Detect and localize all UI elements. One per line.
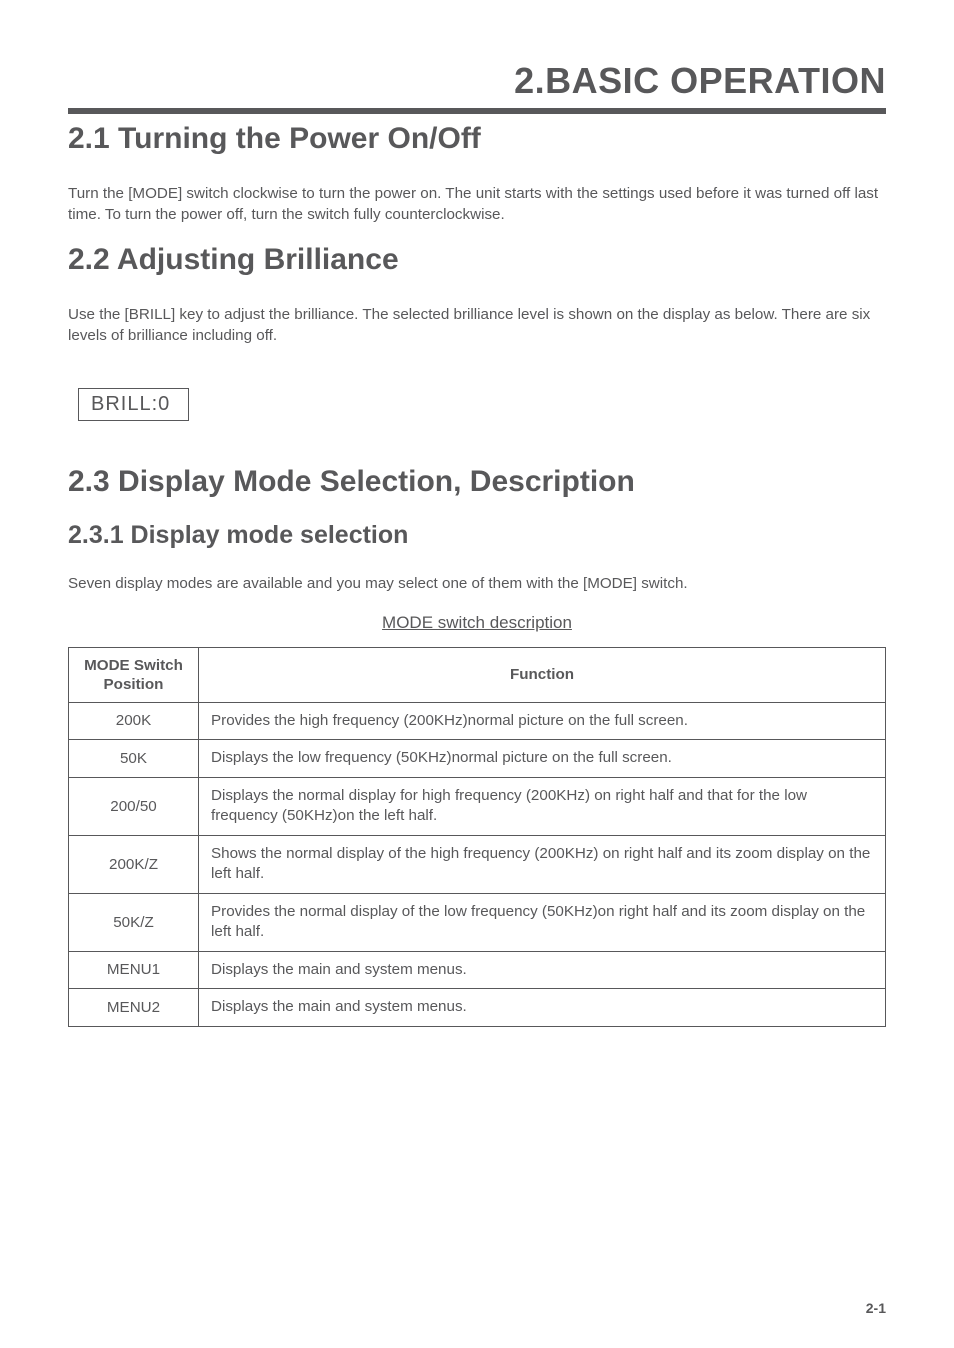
table-row: 200K Provides the high frequency (200KHz… <box>69 702 886 740</box>
mode-function-cell: Shows the normal display of the high fre… <box>199 835 886 893</box>
mode-table-caption: MODE switch description <box>68 613 886 633</box>
section-2-2-paragraph: Use the [BRILL] key to adjust the brilli… <box>68 305 886 346</box>
mode-function-cell: Provides the normal display of the low f… <box>199 893 886 951</box>
mode-function-cell: Displays the low frequency (50KHz)normal… <box>199 740 886 778</box>
chapter-rule <box>68 108 886 114</box>
table-row: MENU1 Displays the main and system menus… <box>69 951 886 989</box>
mode-position-cell: 200K/Z <box>69 835 199 893</box>
section-2-3-title: 2.3 Display Mode Selection, Description <box>68 465 886 499</box>
mode-position-cell: 50K/Z <box>69 893 199 951</box>
mode-position-cell: MENU1 <box>69 951 199 989</box>
mode-position-cell: 200/50 <box>69 777 199 835</box>
mode-position-cell: 50K <box>69 740 199 778</box>
section-2-2-title: 2.2 Adjusting Brilliance <box>68 243 886 277</box>
table-row: MENU2 Displays the main and system menus… <box>69 989 886 1027</box>
header-function: Function <box>199 647 886 702</box>
table-row: 50K Displays the low frequency (50KHz)no… <box>69 740 886 778</box>
mode-position-cell: MENU2 <box>69 989 199 1027</box>
table-header-row: MODE Switch Position Function <box>69 647 886 702</box>
section-2-3-1-title: 2.3.1 Display mode selection <box>68 521 886 550</box>
mode-function-cell: Displays the main and system menus. <box>199 989 886 1027</box>
page-number: 2-1 <box>866 1300 886 1316</box>
header-position: MODE Switch Position <box>69 647 199 702</box>
table-row: 200/50 Displays the normal display for h… <box>69 777 886 835</box>
brilliance-indicator-box: BRILL:0 <box>78 388 189 421</box>
mode-switch-table: MODE Switch Position Function 200K Provi… <box>68 647 886 1027</box>
section-2-3-1-paragraph: Seven display modes are available and yo… <box>68 574 886 595</box>
table-row: 200K/Z Shows the normal display of the h… <box>69 835 886 893</box>
table-row: 50K/Z Provides the normal display of the… <box>69 893 886 951</box>
mode-function-cell: Displays the main and system menus. <box>199 951 886 989</box>
section-2-1-title: 2.1 Turning the Power On/Off <box>68 122 886 156</box>
mode-function-cell: Provides the high frequency (200KHz)norm… <box>199 702 886 740</box>
mode-position-cell: 200K <box>69 702 199 740</box>
mode-function-cell: Displays the normal display for high fre… <box>199 777 886 835</box>
chapter-title: 2.BASIC OPERATION <box>68 60 886 102</box>
section-2-1-paragraph: Turn the [MODE] switch clockwise to turn… <box>68 184 886 225</box>
